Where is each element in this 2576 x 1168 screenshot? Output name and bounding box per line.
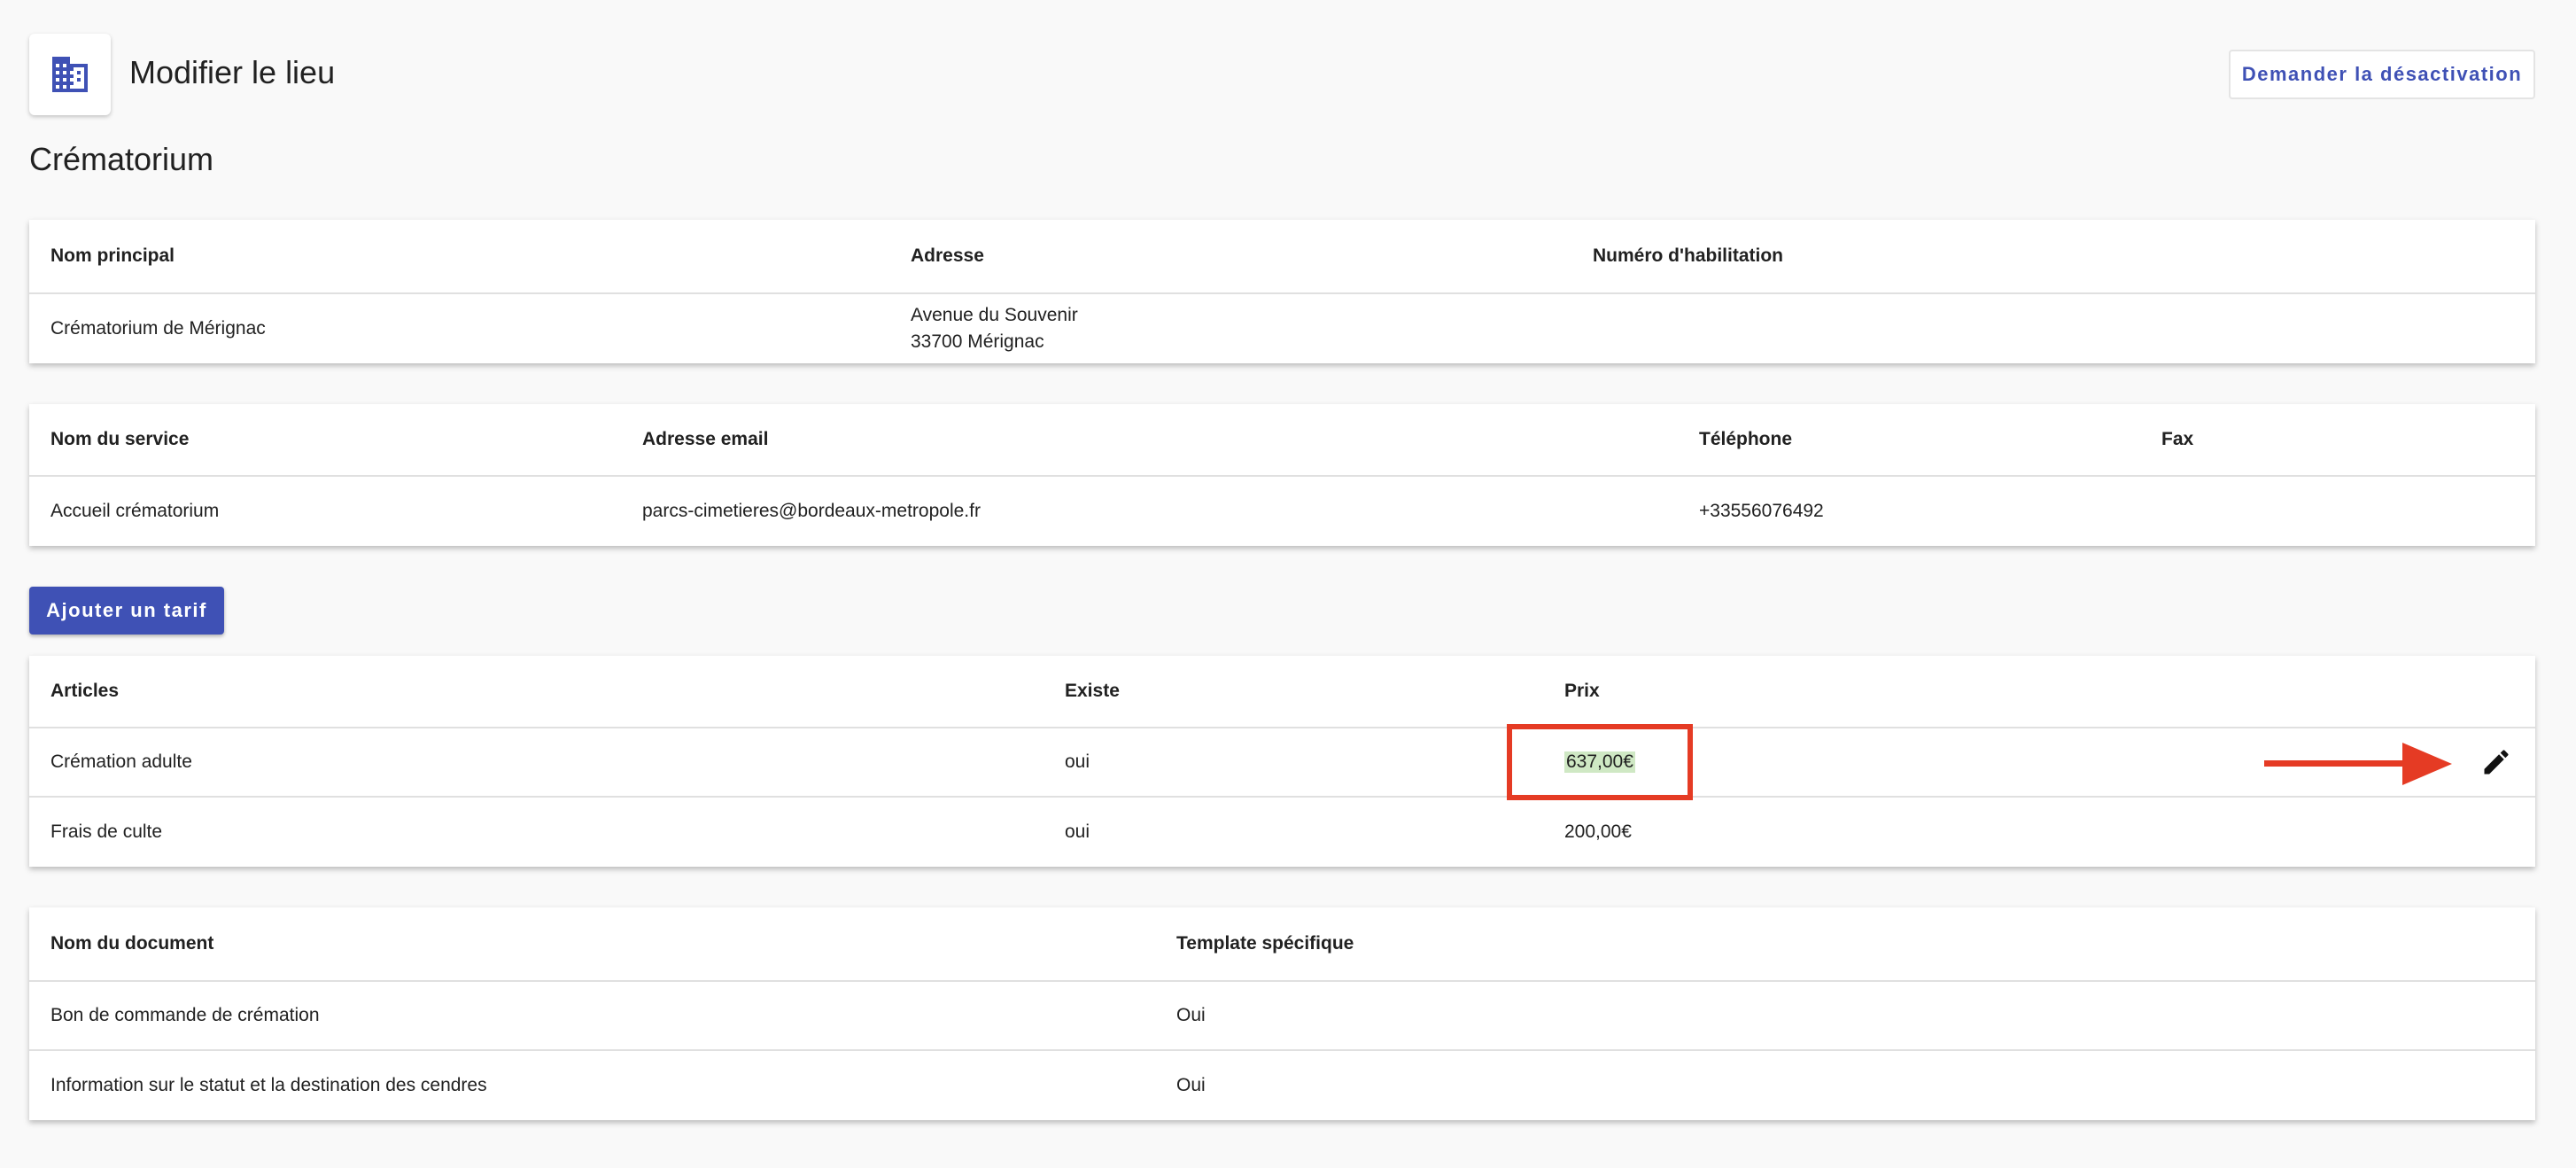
column-header-exists: Existe bbox=[1065, 681, 1120, 701]
document-template: Oui bbox=[1176, 1075, 1206, 1095]
pencil-icon[interactable] bbox=[2480, 746, 2512, 778]
column-header-document-name: Nom du document bbox=[50, 933, 214, 954]
document-name: Bon de commande de crémation bbox=[50, 1005, 320, 1025]
table-row: Crématorium de Mérignac Avenue du Souven… bbox=[29, 294, 2535, 363]
article-exists: oui bbox=[1065, 821, 1090, 842]
column-header-main-name: Nom principal bbox=[50, 245, 175, 266]
column-header-price: Prix bbox=[1564, 681, 1600, 701]
table-row: Bon de commande de crémation Oui bbox=[29, 982, 2535, 1051]
table-row: Accueil crématorium parcs-cimetieres@bor… bbox=[29, 477, 2535, 546]
documents-table: Nom du document Template spécifique Bon … bbox=[29, 907, 2535, 1120]
column-header-habilitation: Numéro d'habilitation bbox=[1593, 245, 1783, 266]
document-template: Oui bbox=[1176, 1005, 1206, 1025]
column-header-articles: Articles bbox=[50, 681, 120, 701]
arrow-right-icon bbox=[2264, 743, 2452, 785]
column-header-address: Adresse bbox=[911, 245, 984, 266]
place-table: Nom principal Adresse Numéro d'habilitat… bbox=[29, 220, 2535, 363]
address-line-1: Avenue du Souvenir bbox=[911, 305, 1078, 325]
section-title: Crématorium bbox=[29, 141, 214, 177]
article-name: Crémation adulte bbox=[50, 751, 192, 772]
address-line-2: 33700 Mérignac bbox=[911, 331, 1044, 352]
building-icon bbox=[29, 34, 111, 115]
column-header-fax: Fax bbox=[2161, 429, 2194, 449]
page-title: Modifier le lieu bbox=[129, 54, 336, 90]
price-highlight-box bbox=[1507, 724, 1693, 800]
service-email: parcs-cimetieres@bordeaux-metropole.fr bbox=[642, 501, 981, 521]
table-row[interactable]: Frais de culte oui 200,00€ bbox=[29, 798, 2535, 867]
service-table: Nom du service Adresse email Téléphone F… bbox=[29, 404, 2535, 546]
article-name: Frais de culte bbox=[50, 821, 163, 842]
table-header-row: Nom du service Adresse email Téléphone F… bbox=[29, 404, 2535, 477]
article-price: 200,00€ bbox=[1564, 821, 1632, 842]
place-address: Avenue du Souvenir 33700 Mérignac bbox=[911, 294, 1078, 363]
table-header-row: Nom principal Adresse Numéro d'habilitat… bbox=[29, 220, 2535, 294]
table-row[interactable]: Crémation adulte oui 637,00€ bbox=[29, 728, 2535, 798]
article-exists: oui bbox=[1065, 751, 1090, 772]
place-name: Crématorium de Mérignac bbox=[50, 318, 266, 339]
table-row: Information sur le statut et la destinat… bbox=[29, 1051, 2535, 1120]
column-header-email: Adresse email bbox=[642, 429, 769, 449]
request-deactivation-button[interactable]: Demander la désactivation bbox=[2229, 50, 2535, 99]
table-header-row: Articles Existe Prix bbox=[29, 656, 2535, 728]
table-header-row: Nom du document Template spécifique bbox=[29, 907, 2535, 982]
column-header-service-name: Nom du service bbox=[50, 429, 190, 449]
column-header-phone: Téléphone bbox=[1699, 429, 1793, 449]
service-phone: +33556076492 bbox=[1699, 501, 1824, 521]
column-header-template: Template spécifique bbox=[1176, 933, 1354, 954]
add-tariff-button[interactable]: Ajouter un tarif bbox=[29, 587, 224, 635]
document-name: Information sur le statut et la destinat… bbox=[50, 1075, 487, 1095]
tariff-table: Articles Existe Prix Crémation adulte ou… bbox=[29, 656, 2535, 867]
service-name: Accueil crématorium bbox=[50, 501, 220, 521]
